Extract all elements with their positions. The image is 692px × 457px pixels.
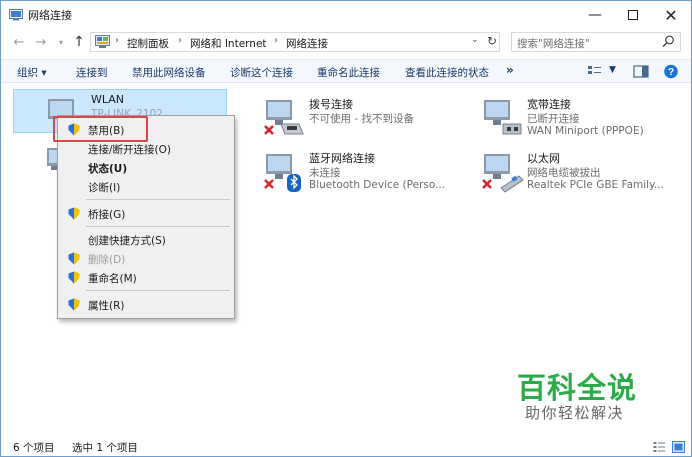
maximize-icon — [628, 10, 638, 20]
menu-item-diagnose[interactable]: 诊断(I) — [60, 177, 232, 196]
item-count: 6 个项目 — [13, 442, 55, 454]
network-folder-icon — [9, 9, 23, 21]
address-bar[interactable]: › 控制面板 › 网络和 Internet › 网络连接 ⌄ ↻ — [90, 32, 500, 52]
context-menu: 禁用(B) 连接/断开连接(O) 状态(U) 诊断(I) 桥接(G) 创建快捷方… — [57, 115, 235, 319]
change-view-icon[interactable] — [587, 64, 603, 79]
selection-count: 选中 1 个项目 — [72, 442, 138, 454]
menu-item-delete: 删除(D) — [60, 249, 232, 268]
rename-button[interactable]: 重命名此连接 — [317, 65, 380, 80]
control-panel-icon — [95, 35, 110, 48]
large-icons-view-icon[interactable] — [672, 441, 685, 453]
address-row: ← → ▾ ↑ › 控制面板 › 网络和 Internet › 网络连接 ⌄ ↻… — [1, 29, 691, 55]
up-button[interactable]: ↑ — [71, 33, 87, 51]
organize-button[interactable]: 组织 ▾ — [17, 65, 47, 80]
connection-device: WAN Miniport (PPPOE) — [527, 125, 644, 137]
uac-shield-icon — [68, 252, 80, 265]
breadcrumb-network-connections[interactable]: 网络连接 — [286, 36, 328, 51]
menu-item-bridge[interactable]: 桥接(G) — [60, 204, 232, 223]
uac-shield-icon — [68, 271, 80, 284]
more-commands-button[interactable]: » — [506, 63, 514, 77]
uac-shield-icon — [68, 207, 80, 220]
network-connections-window: 网络连接 — ✕ ← → ▾ ↑ › 控制面板 › 网络和 Internet ›… — [0, 0, 692, 457]
connection-name: WLAN — [91, 93, 125, 106]
chevron-down-icon[interactable]: ⌄ — [471, 35, 479, 45]
menu-item-create-shortcut[interactable]: 创建快捷方式(S) — [60, 230, 232, 249]
command-bar: 组织 ▾ 连接到 禁用此网络设备 诊断这个连接 重命名此连接 查看此连接的状态 … — [1, 59, 691, 83]
menu-separator — [86, 290, 230, 291]
menu-item-label: 状态(U) — [88, 163, 128, 175]
menu-item-label: 属性(R) — [88, 300, 125, 312]
connection-status: 未连接 — [309, 167, 341, 179]
menu-item-label: 连接/断开连接(O) — [88, 144, 171, 156]
watermark-slogan: 助你轻松解决 — [525, 404, 625, 422]
connection-status: 网络电缆被拔出 — [527, 167, 601, 179]
details-view-icon[interactable] — [653, 441, 666, 453]
menu-item-label: 创建快捷方式(S) — [88, 235, 166, 247]
connection-device: Bluetooth Device (Perso... — [309, 179, 446, 191]
forward-button[interactable]: → — [33, 33, 49, 51]
view-options-chevron-icon[interactable]: ▼ — [609, 65, 616, 75]
connection-device: Realtek PCIe GBE Family... — [527, 179, 664, 191]
menu-separator — [86, 226, 230, 227]
breadcrumb-network-internet[interactable]: 网络和 Internet — [190, 36, 267, 51]
bluetooth-adapter-icon — [264, 154, 301, 192]
help-icon[interactable]: ? — [663, 64, 679, 79]
svg-text:?: ? — [668, 67, 674, 78]
watermark-logo-text: 百科全说 — [517, 371, 638, 405]
menu-item-rename[interactable]: 重命名(M) — [60, 268, 232, 287]
connection-item-broadband[interactable]: 宽带连接 已断开连接 WAN Miniport (PPPOE) — [481, 96, 691, 140]
annotation-highlight-box — [53, 116, 148, 142]
ethernet-adapter-icon — [482, 154, 524, 193]
connection-name: 蓝牙网络连接 — [309, 152, 375, 165]
window-title: 网络连接 — [28, 9, 72, 22]
menu-item-status[interactable]: 状态(U) — [60, 158, 232, 177]
back-button[interactable]: ← — [11, 33, 27, 51]
breadcrumb-separator: › — [178, 35, 182, 46]
title-bar: 网络连接 — ✕ — [1, 1, 691, 29]
view-status-button[interactable]: 查看此连接的状态 — [405, 65, 489, 80]
broadband-adapter-icon — [484, 100, 522, 135]
connection-item-ethernet[interactable]: 以太网 网络电缆被拔出 Realtek PCIe GBE Family... — [481, 150, 691, 194]
close-button[interactable]: ✕ — [651, 1, 691, 29]
connection-name: 拨号连接 — [309, 98, 353, 111]
menu-item-label: 桥接(G) — [88, 209, 126, 221]
menu-separator — [86, 199, 230, 200]
connection-item-dialup[interactable]: 拨号连接 不可使用 - 找不到设备 — [263, 96, 473, 140]
search-input[interactable]: 搜索"网络连接" — [511, 32, 681, 52]
status-bar: 6 个项目 选中 1 个项目 — [1, 438, 691, 456]
recent-locations-button[interactable]: ▾ — [53, 33, 69, 51]
connection-name: 以太网 — [527, 152, 560, 165]
breadcrumb-control-panel[interactable]: 控制面板 — [127, 36, 169, 51]
refresh-icon[interactable]: ↻ — [487, 34, 497, 48]
connection-status: 不可使用 - 找不到设备 — [309, 113, 414, 125]
breadcrumb-separator: › — [274, 35, 278, 46]
maximize-button[interactable] — [613, 1, 653, 29]
menu-item-label: 删除(D) — [88, 254, 126, 266]
menu-item-label: 诊断(I) — [88, 182, 121, 194]
menu-item-properties[interactable]: 属性(R) — [60, 295, 232, 314]
breadcrumb-separator: › — [115, 35, 119, 46]
menu-item-label: 重命名(M) — [88, 273, 137, 285]
search-placeholder: 搜索"网络连接" — [517, 38, 590, 50]
connection-item-bluetooth[interactable]: 蓝牙网络连接 未连接 Bluetooth Device (Perso... — [263, 150, 473, 194]
connection-status: 已断开连接 — [527, 113, 580, 125]
preview-pane-icon[interactable] — [633, 64, 649, 79]
minimize-button[interactable]: — — [575, 1, 615, 29]
connect-to-button[interactable]: 连接到 — [76, 65, 108, 80]
search-icon — [662, 35, 674, 48]
dialup-modem-icon — [264, 100, 304, 135]
uac-shield-icon — [68, 298, 80, 311]
connection-name: 宽带连接 — [527, 98, 571, 111]
diagnose-button[interactable]: 诊断这个连接 — [230, 65, 293, 80]
disable-device-button[interactable]: 禁用此网络设备 — [132, 65, 206, 80]
